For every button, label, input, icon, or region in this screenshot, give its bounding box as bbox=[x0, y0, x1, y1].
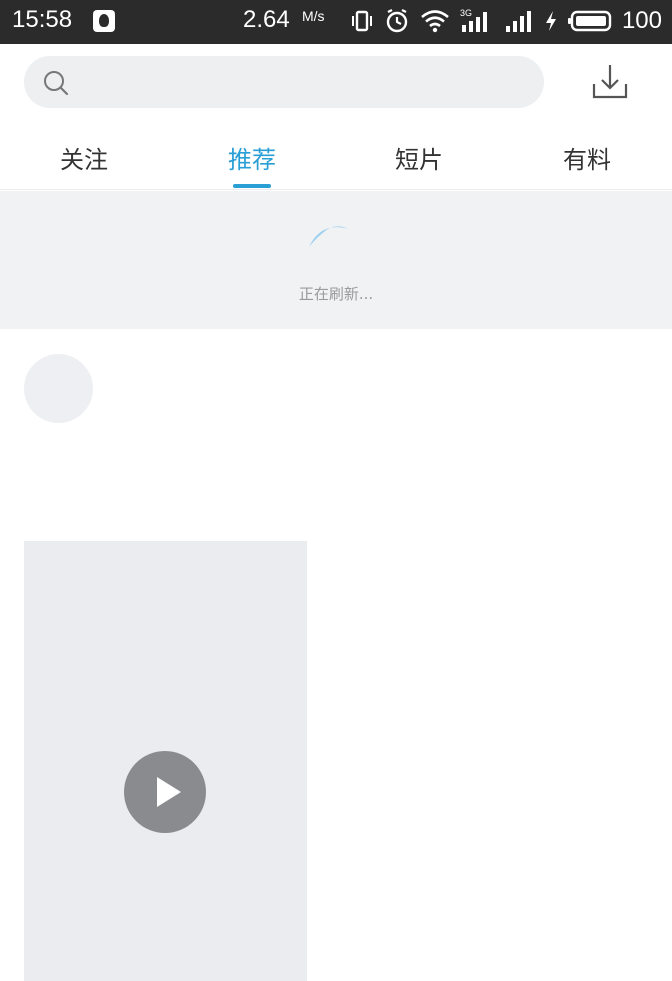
network-speed: 2.64 bbox=[243, 6, 290, 33]
download-icon[interactable] bbox=[588, 60, 632, 104]
play-icon[interactable] bbox=[124, 751, 206, 833]
refresh-text: 正在刷新... bbox=[298, 285, 374, 303]
network-speed-unit: M/s bbox=[302, 8, 325, 24]
video-thumbnail-placeholder[interactable] bbox=[24, 541, 307, 981]
qq-icon bbox=[93, 10, 115, 32]
search-bar[interactable] bbox=[24, 56, 544, 108]
alarm-icon bbox=[386, 9, 408, 33]
wifi-icon bbox=[421, 10, 449, 33]
signal-icon bbox=[505, 11, 531, 32]
tab-recommend[interactable]: 推荐 bbox=[228, 140, 276, 175]
tab-bar: 关注 推荐 短片 有料 bbox=[0, 120, 672, 190]
avatar-placeholder bbox=[24, 354, 93, 423]
feed bbox=[0, 329, 672, 981]
status-time: 15:58 bbox=[12, 6, 73, 33]
charging-icon bbox=[545, 11, 556, 31]
tab-follow[interactable]: 关注 bbox=[60, 140, 108, 175]
battery-icon bbox=[567, 10, 612, 32]
tab-youliao[interactable]: 有料 bbox=[563, 140, 611, 175]
vibrate-icon bbox=[351, 10, 372, 32]
battery-level: 100 bbox=[621, 7, 662, 34]
active-tab-indicator bbox=[233, 184, 271, 188]
signal-3g-icon: 3G bbox=[460, 8, 494, 34]
tab-short-video[interactable]: 短片 bbox=[395, 140, 443, 175]
refresh-indicator: 正在刷新... bbox=[0, 191, 672, 329]
top-bar bbox=[0, 44, 672, 120]
search-icon bbox=[44, 71, 69, 96]
loading-spinner-icon bbox=[309, 226, 349, 247]
status-bar: 15:58 2.64 M/s 3G 100 bbox=[0, 0, 672, 44]
